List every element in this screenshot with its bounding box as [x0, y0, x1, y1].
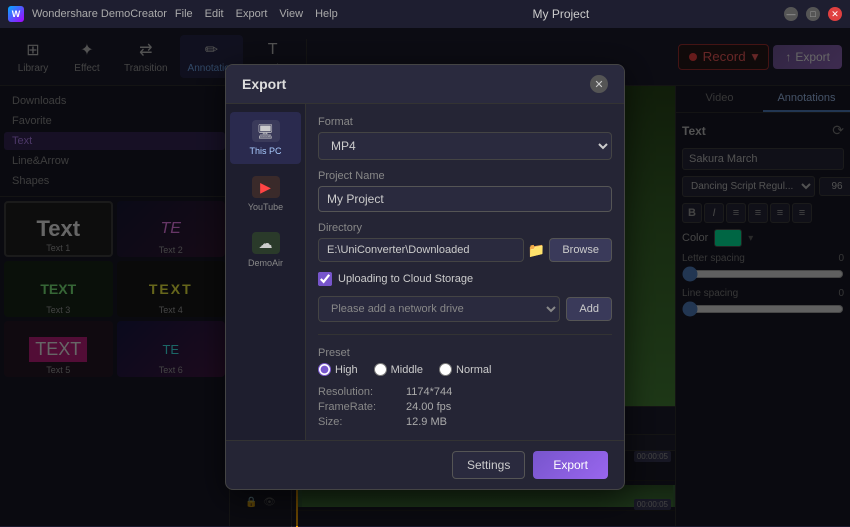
directory-field: Directory 📁 Browse: [318, 222, 612, 262]
format-label: Format: [318, 116, 612, 128]
modal-sidebar: 🖥 This PC ▶ YouTube ☁ DemoAir: [226, 104, 306, 440]
specs-row: Resolution: 1174*744 FrameRate: 24.00 fp…: [318, 386, 612, 428]
cloud-upload-row: Uploading to Cloud Storage: [318, 272, 612, 286]
project-name-input[interactable]: [318, 186, 612, 212]
preset-field: Preset High Middle Normal: [318, 347, 612, 376]
menu-edit[interactable]: Edit: [205, 8, 224, 20]
modal-main: Format MP4 AVI MOV GIF Project Name: [306, 104, 624, 440]
format-field: Format MP4 AVI MOV GIF: [318, 116, 612, 160]
network-drive-row: Please add a network drive Add: [318, 296, 612, 322]
folder-icon: 📁: [528, 242, 545, 259]
format-select[interactable]: MP4 AVI MOV GIF: [318, 132, 612, 160]
title-bar: W Wondershare DemoCreator File Edit Expo…: [0, 0, 850, 28]
spec-resolution: Resolution: 1174*744: [318, 386, 612, 398]
preset-normal[interactable]: Normal: [439, 363, 491, 376]
modal-dest-youtube[interactable]: ▶ YouTube: [230, 168, 301, 220]
preset-label: Preset: [318, 347, 612, 359]
settings-button[interactable]: Settings: [452, 451, 525, 479]
preset-high[interactable]: High: [318, 363, 358, 376]
preset-middle[interactable]: Middle: [374, 363, 423, 376]
directory-input[interactable]: [318, 238, 524, 262]
export-modal-button[interactable]: Export: [533, 451, 608, 479]
project-name-field: Project Name: [318, 170, 612, 212]
format-row: MP4 AVI MOV GIF: [318, 132, 612, 160]
menu-view[interactable]: View: [279, 8, 303, 20]
modal-title: Export: [242, 76, 286, 92]
spec-framerate: FrameRate: 24.00 fps: [318, 401, 612, 413]
modal-dest-pc-label: This PC: [249, 146, 281, 156]
modal-header: Export ✕: [226, 65, 624, 104]
spec-size: Size: 12.9 MB: [318, 416, 612, 428]
project-title: My Project: [533, 7, 590, 21]
menu-help[interactable]: Help: [315, 8, 338, 20]
modal-divider: [318, 334, 612, 335]
add-network-button[interactable]: Add: [566, 297, 612, 321]
directory-label: Directory: [318, 222, 612, 234]
app-name: Wondershare DemoCreator: [32, 8, 167, 20]
directory-row: 📁 Browse: [318, 238, 612, 262]
modal-dest-demoair[interactable]: ☁ DemoAir: [230, 224, 301, 276]
youtube-icon: ▶: [252, 176, 280, 198]
modal-footer: Settings Export: [226, 440, 624, 489]
app-logo: W: [8, 6, 24, 22]
cloud-upload-checkbox[interactable]: [318, 272, 332, 286]
title-bar-left: W Wondershare DemoCreator File Edit Expo…: [8, 6, 338, 22]
modal-dest-demoair-label: DemoAir: [248, 258, 283, 268]
window-maximize[interactable]: □: [806, 7, 820, 21]
browse-button[interactable]: Browse: [549, 238, 612, 262]
window-close[interactable]: ✕: [828, 7, 842, 21]
project-name-label: Project Name: [318, 170, 612, 182]
modal-dest-youtube-label: YouTube: [248, 202, 283, 212]
cloud-upload-label: Uploading to Cloud Storage: [338, 273, 473, 285]
preset-row: High Middle Normal: [318, 363, 612, 376]
menu-export[interactable]: Export: [236, 8, 268, 20]
demoair-icon: ☁: [252, 232, 280, 254]
pc-icon: 🖥: [252, 120, 280, 142]
menu-bar: File Edit Export View Help: [175, 8, 338, 20]
network-drive-select[interactable]: Please add a network drive: [318, 296, 560, 322]
window-controls: — □ ✕: [784, 7, 842, 21]
menu-file[interactable]: File: [175, 8, 193, 20]
modal-overlay: Export ✕ 🖥 This PC ▶ YouTube ☁ DemoAir: [0, 28, 850, 526]
window-minimize[interactable]: —: [784, 7, 798, 21]
modal-close-button[interactable]: ✕: [590, 75, 608, 93]
export-modal: Export ✕ 🖥 This PC ▶ YouTube ☁ DemoAir: [225, 64, 625, 490]
modal-dest-pc[interactable]: 🖥 This PC: [230, 112, 301, 164]
modal-body: 🖥 This PC ▶ YouTube ☁ DemoAir Format: [226, 104, 624, 440]
